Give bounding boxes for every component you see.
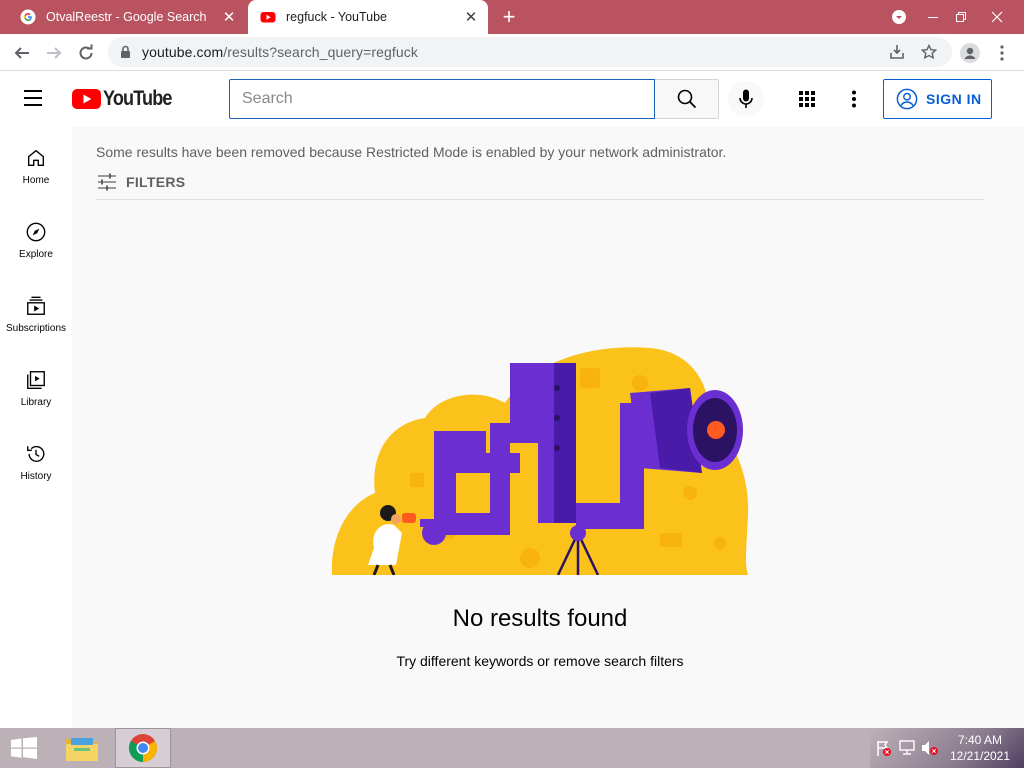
lock-icon[interactable] — [120, 45, 131, 59]
file-explorer-icon — [66, 738, 98, 761]
restricted-mode-notice: Some results have been removed because R… — [96, 144, 727, 160]
restore-button[interactable] — [944, 0, 978, 34]
profile-button[interactable] — [956, 39, 984, 67]
kebab-menu-icon — [1000, 45, 1004, 61]
windows-taskbar: 7:40 AM 12/21/2021 — [0, 728, 1024, 768]
install-app-button[interactable] — [888, 43, 906, 61]
address-bar[interactable]: youtube.com/results?search_query=regfuck — [108, 37, 952, 67]
windows-logo-icon — [11, 737, 37, 759]
no-results-hint: Try different keywords or remove search … — [396, 653, 684, 669]
voice-search-button[interactable] — [728, 81, 764, 117]
youtube-header: YouTube SIGN IN — [0, 71, 1024, 127]
compass-icon — [26, 222, 46, 242]
close-icon — [991, 11, 1003, 23]
tray-network-icon[interactable] — [898, 740, 916, 756]
start-button[interactable] — [0, 728, 48, 768]
history-icon — [27, 445, 45, 462]
search-button[interactable] — [655, 79, 719, 119]
sign-in-label: SIGN IN — [926, 91, 982, 107]
reload-icon — [79, 44, 93, 60]
rail-item-label: Subscriptions — [5, 323, 67, 334]
search-input[interactable] — [230, 80, 654, 118]
rail-item-explore[interactable]: Explore — [0, 201, 72, 275]
home-icon — [27, 149, 45, 167]
clock-time: 7:40 AM — [957, 733, 1003, 747]
tab-title: OtvalReestr - Google Search — [46, 10, 207, 24]
url-text[interactable]: youtube.com/results?search_query=regfuck — [142, 44, 418, 60]
profile-avatar-icon — [960, 43, 980, 63]
tab-search-button[interactable] — [882, 0, 916, 34]
forward-button[interactable] — [40, 39, 68, 67]
close-window-button[interactable] — [980, 0, 1014, 34]
guide-rail: Home Explore Subscriptions Library Histo… — [0, 127, 72, 728]
browser-toolbar: youtube.com/results?search_query=regfuck — [0, 34, 1024, 71]
filters-button[interactable]: FILTERS — [96, 171, 185, 193]
settings-menu-button[interactable] — [842, 87, 866, 111]
apps-grid-icon — [799, 91, 815, 107]
hamburger-menu-icon[interactable] — [24, 90, 48, 108]
taskbar-file-explorer[interactable] — [54, 728, 110, 768]
sign-in-button[interactable]: SIGN IN — [883, 79, 992, 119]
taskbar-chrome[interactable] — [115, 728, 171, 768]
rail-item-history[interactable]: History — [0, 423, 72, 497]
rail-item-label: Explore — [19, 249, 53, 260]
account-circle-icon — [896, 88, 918, 110]
url-host: youtube.com — [142, 44, 224, 60]
rail-item-library[interactable]: Library — [0, 349, 72, 423]
arrow-right-icon — [47, 47, 62, 59]
tab-google-search[interactable]: OtvalReestr - Google Search ✕ — [8, 0, 246, 34]
subscriptions-icon — [27, 296, 45, 315]
kebab-menu-icon — [852, 90, 856, 108]
search-icon — [677, 89, 696, 109]
tray-flag-icon[interactable] — [874, 740, 892, 756]
rail-item-subscriptions[interactable]: Subscriptions — [0, 275, 72, 349]
browser-menu-button[interactable] — [988, 39, 1016, 67]
youtube-apps-button[interactable] — [795, 87, 819, 111]
tab-youtube[interactable]: regfuck - YouTube ✕ — [248, 0, 488, 34]
no-results-title: No results found — [452, 605, 628, 632]
star-icon — [921, 44, 937, 60]
browser-tab-strip: OtvalReestr - Google Search ✕ regfuck - … — [0, 0, 1024, 34]
chrome-icon — [129, 734, 157, 762]
google-g-icon — [20, 9, 36, 25]
youtube-play-logo-icon — [72, 89, 101, 109]
library-icon — [27, 371, 45, 389]
youtube-wordmark: YouTube — [103, 87, 172, 110]
clock-date: 12/21/2021 — [949, 749, 1011, 763]
rail-item-home[interactable]: Home — [0, 127, 72, 201]
reload-button[interactable] — [72, 39, 100, 67]
search-box[interactable] — [229, 79, 655, 119]
tab-close-icon[interactable]: ✕ — [460, 6, 482, 28]
url-path: /results?search_query=regfuck — [223, 44, 418, 60]
rail-item-label: Library — [20, 397, 52, 408]
minimize-icon — [928, 17, 938, 18]
restore-icon — [956, 12, 966, 22]
filters-label: FILTERS — [126, 174, 186, 190]
tab-title: regfuck - YouTube — [286, 10, 387, 24]
chevron-down-icon — [892, 10, 906, 24]
rail-item-label: Home — [22, 175, 50, 186]
youtube-logo[interactable]: YouTube — [72, 87, 183, 111]
taskbar-clock[interactable]: 7:40 AM 12/21/2021 — [944, 732, 1016, 764]
youtube-icon — [260, 12, 276, 23]
tab-close-icon[interactable]: ✕ — [218, 6, 240, 28]
filters-divider — [96, 199, 984, 200]
rail-item-label: History — [20, 471, 52, 482]
install-icon — [890, 45, 904, 59]
search-results-area: Some results have been removed because R… — [72, 127, 1024, 728]
arrow-left-icon — [14, 47, 29, 59]
back-button[interactable] — [8, 39, 36, 67]
no-results-illustration — [331, 347, 749, 575]
filter-sliders-icon — [98, 173, 116, 191]
new-tab-button[interactable]: + — [497, 4, 521, 29]
microphone-icon — [739, 89, 753, 108]
tray-volume-muted-icon[interactable] — [921, 740, 939, 756]
bookmark-star-button[interactable] — [920, 43, 938, 61]
